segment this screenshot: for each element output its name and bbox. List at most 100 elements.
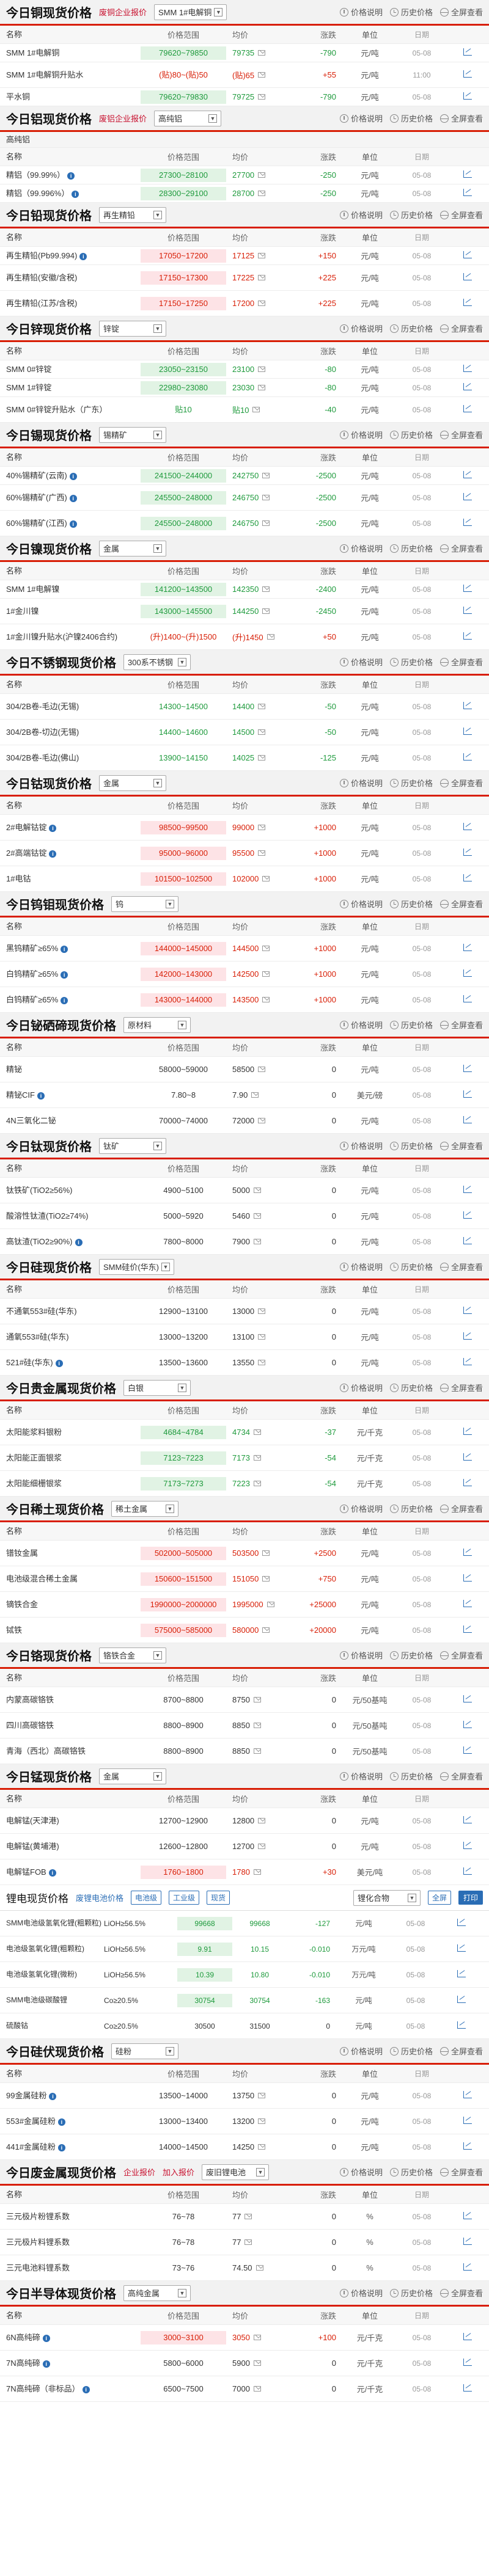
trend-chart-button[interactable] (446, 1549, 489, 1558)
mail-icon[interactable] (258, 275, 266, 280)
trend-chart-button[interactable] (446, 1186, 489, 1195)
category-select[interactable]: 白银 ▼ (123, 1379, 191, 1396)
info-icon[interactable]: i (49, 850, 57, 858)
table-row[interactable]: 521#硅(华东) i 13500~13600 13550 0 元/吨 05-08 (0, 1350, 489, 1376)
fullscreen-button[interactable]: 全屏查看 (439, 6, 483, 18)
mail-icon[interactable] (258, 301, 266, 306)
fullscreen-button[interactable]: 全屏查看 (439, 1770, 483, 1782)
trend-chart-button[interactable] (446, 2238, 489, 2247)
table-row[interactable]: SMM 1#电解铜 79620~79850 79735 -790 元/吨 05-08 (0, 44, 489, 62)
table-row[interactable]: 酸溶性钛渣(TiO2≥74%) 5000~5920 5460 0 元/吨 05-08 (0, 1203, 489, 1229)
trend-chart-button[interactable] (446, 493, 489, 502)
history-price-button[interactable]: 历史价格 (389, 209, 433, 221)
category-select[interactable]: 硅粉 ▼ (111, 2043, 178, 2059)
history-price-button[interactable]: 历史价格 (389, 898, 433, 910)
table-row[interactable]: 高钛渣(TiO2≥90%) i 7800~8000 7900 0 元/吨 05-08 (0, 1229, 489, 1255)
table-row[interactable]: 黑钨精矿≥65% i 144000~145000 144500 +1000 元/吨 05-0… (0, 936, 489, 961)
trend-chart-button[interactable] (446, 2384, 489, 2393)
fullscreen-button[interactable]: 全屏查看 (439, 323, 483, 334)
price-desc-button[interactable]: 价格说明 (339, 2166, 383, 2178)
table-row[interactable]: 三元电池料锂系数 73~76 74.50 0% 05-08 (0, 2255, 489, 2281)
trend-chart-button[interactable] (446, 585, 489, 594)
price-desc-button[interactable]: 价格说明 (339, 1503, 383, 1514)
table-row[interactable]: 1#金川镍 143000~145500 144250 -2450 元/吨 05-08 (0, 599, 489, 624)
table-row[interactable]: 再生精铅(安徽/含税) 17150~17300 17225 +225 元/吨 05-08 (0, 265, 489, 291)
trend-chart-button[interactable] (446, 2263, 489, 2272)
info-icon[interactable]: i (69, 473, 77, 480)
trend-chart-button[interactable] (446, 519, 489, 528)
history-price-button[interactable]: 历史价格 (389, 1649, 433, 1661)
mail-icon[interactable] (258, 1818, 266, 1823)
mail-icon[interactable] (262, 946, 270, 951)
info-icon[interactable]: i (79, 253, 87, 260)
table-row[interactable]: 不通氧553#硅(华东) 12900~13100 13000 0 元/吨 05-08 (0, 1299, 489, 1324)
info-icon[interactable]: i (61, 946, 68, 953)
history-price-button[interactable]: 历史价格 (389, 112, 433, 124)
mail-icon[interactable] (244, 2214, 252, 2219)
mail-icon[interactable] (258, 191, 266, 196)
table-row[interactable]: 1#电钴 101500~102500 102000 +1000 元/吨 05-08 (0, 866, 489, 892)
trend-chart-button[interactable] (446, 1746, 489, 1756)
table-row[interactable]: 553#金属硅粉 i 13000~13400 13200 0 元/吨 05-08 (0, 2109, 489, 2134)
info-icon[interactable]: i (42, 2360, 50, 2368)
mail-icon[interactable] (253, 1213, 261, 1219)
fullscreen-button[interactable]: 全屏查看 (439, 2166, 483, 2178)
category-select[interactable]: 稀土金属 ▼ (111, 1500, 178, 1517)
table-row[interactable]: 1#金川镍升贴水(沪镍2406合约) (升)1400~(升)1500 (升)1450… (0, 624, 489, 650)
trend-chart-button[interactable] (446, 874, 489, 883)
price-desc-button[interactable]: 价格说明 (339, 656, 383, 668)
lithium-tab[interactable]: 电池级 (131, 1891, 162, 1905)
trend-chart-button[interactable] (446, 2359, 489, 2368)
trend-chart-button[interactable] (446, 1479, 489, 1488)
lithium-print-button[interactable]: 打印 (458, 1891, 483, 1905)
trend-chart-button[interactable] (446, 1358, 489, 1367)
table-row[interactable]: 钛铁矿(TiO2≥56%) 4900~5100 5000 0 元/吨 05-08 (0, 1178, 489, 1203)
trend-chart-button[interactable] (446, 48, 489, 57)
info-icon[interactable]: i (57, 2144, 65, 2151)
info-icon[interactable]: i (57, 2118, 65, 2126)
info-icon[interactable]: i (42, 2335, 50, 2342)
info-icon[interactable]: i (49, 2093, 57, 2100)
category-select[interactable]: 再生精铅 ▼ (99, 206, 166, 223)
fullscreen-button[interactable]: 全屏查看 (439, 1382, 483, 1393)
price-desc-button[interactable]: 价格说明 (339, 429, 383, 440)
trend-chart-button[interactable] (446, 405, 489, 414)
history-price-button[interactable]: 历史价格 (389, 1503, 433, 1514)
mail-icon[interactable] (258, 850, 266, 856)
corp-price-link[interactable]: 企业报价 (123, 2166, 155, 2178)
table-row[interactable]: 304/2B卷-毛边(无锡) 14300~14500 14400 -50 元/吨 05-0… (0, 694, 489, 720)
table-row[interactable]: 电池级氢氧化锂(微粉) LiOH≥56.5% 10.39 10.80 -0.010 万元/… (0, 1962, 489, 1988)
table-row[interactable]: SMM 1#电解铜升贴水 (贴)80~(贴)50 (贴)65 +55 元/吨 11:00 (0, 62, 489, 88)
table-row[interactable]: 441#金属硅粉 i 14000~14500 14250 0 元/吨 05-08 (0, 2134, 489, 2160)
history-price-button[interactable]: 历史价格 (389, 1019, 433, 1031)
trend-chart-button[interactable] (446, 702, 489, 711)
category-select[interactable]: 原材料 ▼ (123, 1016, 191, 1033)
price-desc-button[interactable]: 价格说明 (339, 112, 383, 124)
table-row[interactable]: 304/2B卷-毛边(佛山) 13900~14150 14025 -125 元/吨 05-… (0, 745, 489, 771)
table-row[interactable]: 40%锡精矿(云南) i 241500~244000 242750 -2500 元/吨 05… (0, 467, 489, 485)
info-icon[interactable]: i (75, 1239, 83, 1246)
trend-chart-button[interactable] (446, 2142, 489, 2151)
table-row[interactable]: 60%锡精矿(江西) i 245500~248000 246750 -2500 元/吨 05… (0, 511, 489, 536)
fullscreen-button[interactable]: 全屏查看 (439, 1261, 483, 1272)
history-price-button[interactable]: 历史价格 (389, 1140, 433, 1151)
fullscreen-button[interactable]: 全屏查看 (439, 656, 483, 668)
trend-chart-button[interactable] (446, 1453, 489, 1462)
trend-chart-button[interactable] (446, 607, 489, 616)
trend-chart-button[interactable] (446, 1065, 489, 1074)
info-icon[interactable]: i (82, 2386, 90, 2393)
table-row[interactable]: 精铝（99.99%） i 27300~28100 27700 -250 元/吨 05-08 (0, 166, 489, 184)
fullscreen-button[interactable]: 全屏查看 (439, 112, 483, 124)
trend-chart-button[interactable] (446, 1211, 489, 1220)
fullscreen-button[interactable]: 全屏查看 (439, 429, 483, 440)
table-row[interactable]: 内蒙高碳铬铁 8700~8800 8750 0 元/50基吨 05-08 (0, 1687, 489, 1713)
table-row[interactable]: 2#高端钴锭 i 95000~96000 95500 +1000 元/吨 05-08 (0, 841, 489, 866)
history-price-button[interactable]: 历史价格 (389, 2166, 433, 2178)
lithium-category-select[interactable]: 锂化合物 ▼ (353, 1889, 421, 1906)
info-icon[interactable]: i (48, 1869, 56, 1877)
price-desc-button[interactable]: 价格说明 (339, 2045, 383, 2057)
mail-icon[interactable] (253, 2360, 261, 2366)
trend-chart-button[interactable] (446, 2117, 489, 2126)
mail-icon[interactable] (258, 1844, 266, 1849)
price-desc-button[interactable]: 价格说明 (339, 898, 383, 910)
